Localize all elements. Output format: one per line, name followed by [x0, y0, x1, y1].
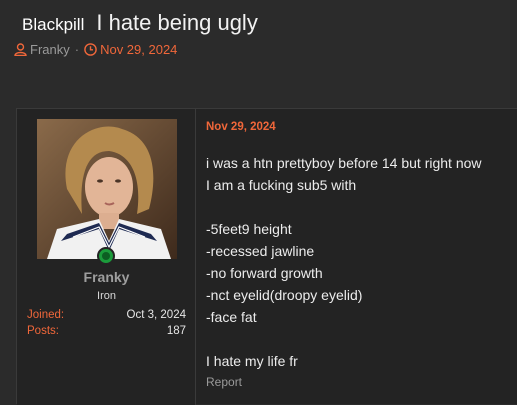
- stat-value[interactable]: 187: [167, 325, 186, 337]
- user-cell: Franky Iron Joined: Oct 3, 2024 Posts: 1…: [17, 109, 196, 405]
- user-icon: [14, 43, 27, 57]
- post-username[interactable]: Franky: [17, 269, 196, 285]
- stat-joined: Joined: Oct 3, 2024: [27, 309, 186, 321]
- post-body: i was a htn prettyboy before 14 but righ…: [206, 152, 516, 372]
- meta-separator: ·: [74, 42, 80, 57]
- thread-title: I hate being ugly: [96, 10, 258, 35]
- post-line: i was a htn prettyboy before 14 but righ…: [206, 155, 482, 171]
- stat-posts: Posts: 187: [27, 325, 186, 337]
- post-main: Nov 29, 2024 i was a htn prettyboy befor…: [196, 109, 517, 405]
- thread-author[interactable]: Franky: [30, 42, 70, 57]
- post-line: -5feet9 height: [206, 221, 292, 237]
- post-line: -no forward growth: [206, 265, 323, 281]
- thread-meta: Franky · Nov 29, 2024: [14, 42, 177, 57]
- post-line: I hate my life fr: [206, 353, 298, 369]
- thread-header: Blackpill I hate being ugly Franky · Nov…: [0, 0, 517, 108]
- post-date[interactable]: Nov 29, 2024: [206, 121, 276, 133]
- post: Franky Iron Joined: Oct 3, 2024 Posts: 1…: [16, 108, 517, 405]
- post-line: [206, 328, 516, 350]
- post-line: -recessed jawline: [206, 243, 315, 259]
- post-line: -face fat: [206, 309, 257, 325]
- online-status-icon: [97, 247, 115, 265]
- user-title: Iron: [97, 290, 116, 302]
- post-line: -nct eyelid(droopy eyelid): [206, 287, 363, 303]
- post-line: I am a fucking sub5 with: [206, 177, 357, 193]
- thread-prefix[interactable]: Blackpill: [22, 13, 86, 37]
- stat-value: Oct 3, 2024: [126, 309, 186, 321]
- thread-date[interactable]: Nov 29, 2024: [100, 42, 177, 57]
- clock-icon: [84, 43, 97, 56]
- avatar[interactable]: [37, 119, 177, 259]
- stat-label: Posts:: [27, 325, 59, 337]
- title-row: Blackpill I hate being ugly: [22, 10, 258, 37]
- post-line: [206, 196, 516, 218]
- stat-label: Joined:: [27, 309, 65, 321]
- report-link[interactable]: Report: [206, 375, 242, 389]
